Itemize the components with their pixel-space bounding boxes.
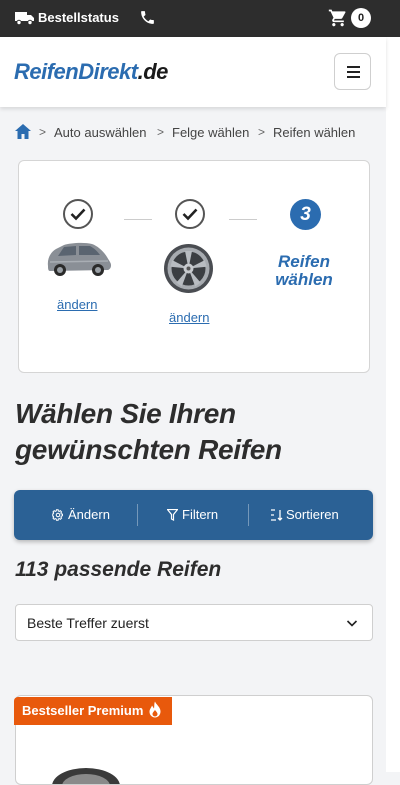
menu-button[interactable] — [334, 53, 371, 90]
sort-select[interactable]: Beste Treffer zuerst — [15, 604, 373, 641]
rim-image — [164, 244, 213, 293]
breadcrumb-separator: > — [157, 125, 165, 139]
step3-label: Reifen wählen — [262, 253, 346, 289]
chevron-down-icon — [346, 620, 358, 627]
page-title-line2: gewünschten Reifen — [15, 434, 282, 465]
sort-icon — [271, 509, 283, 521]
step3-label-line2: wählen — [275, 270, 333, 289]
car-image — [47, 242, 112, 276]
change-button-label: Ändern — [68, 507, 110, 522]
action-divider — [248, 504, 249, 526]
gear-icon — [52, 509, 63, 521]
change-car-link[interactable]: ändern — [57, 297, 97, 312]
sort-select-value: Beste Treffer zuerst — [27, 615, 149, 631]
hamburger-icon-bar — [347, 76, 360, 78]
result-count: 113 passende Reifen — [15, 558, 222, 581]
step2-check-icon — [175, 199, 205, 229]
step3-label-line1: Reifen — [278, 252, 330, 271]
scroll-rail[interactable] — [386, 37, 400, 772]
logo-text-main: ReifenDirekt — [14, 59, 138, 84]
cart-icon[interactable] — [328, 8, 348, 28]
step1-check-icon — [63, 199, 93, 229]
sort-button-label: Sortieren — [286, 507, 339, 522]
action-bar: Ändern Filtern Sortieren — [14, 490, 373, 540]
filter-button-label: Filtern — [182, 507, 219, 522]
step-connector — [124, 219, 152, 220]
tire-image — [52, 768, 120, 784]
order-status-link[interactable]: Bestellstatus — [38, 10, 119, 25]
filter-icon — [167, 509, 178, 521]
cart-count-badge: 0 — [351, 8, 371, 28]
hamburger-icon-bar — [347, 71, 360, 73]
breadcrumb-item-felge[interactable]: Felge wählen — [172, 125, 249, 140]
home-icon[interactable] — [15, 124, 31, 139]
page-title: Wählen Sie Ihren gewünschten Reifen — [15, 396, 375, 468]
change-rim-link[interactable]: ändern — [169, 310, 209, 325]
breadcrumb-separator: > — [39, 125, 47, 139]
breadcrumb-item-auto[interactable]: Auto auswählen — [54, 125, 147, 140]
action-divider — [137, 504, 138, 526]
site-header: ReifenDirekt.de — [0, 37, 386, 107]
breadcrumb-separator: > — [258, 125, 266, 139]
logo-text-domain: .de — [137, 59, 169, 84]
step3-number: 3 — [290, 199, 321, 230]
site-logo[interactable]: ReifenDirekt.de — [14, 59, 168, 85]
step-connector — [229, 219, 257, 220]
phone-icon[interactable] — [139, 9, 156, 26]
top-bar: Bestellstatus 0 — [0, 0, 400, 37]
breadcrumb-item-reifen: Reifen wählen — [273, 125, 356, 140]
page — [0, 0, 386, 772]
page-title-line1: Wählen Sie Ihren — [15, 398, 236, 429]
hamburger-icon — [347, 66, 360, 68]
flame-icon — [149, 701, 161, 718]
truck-icon — [15, 12, 34, 25]
